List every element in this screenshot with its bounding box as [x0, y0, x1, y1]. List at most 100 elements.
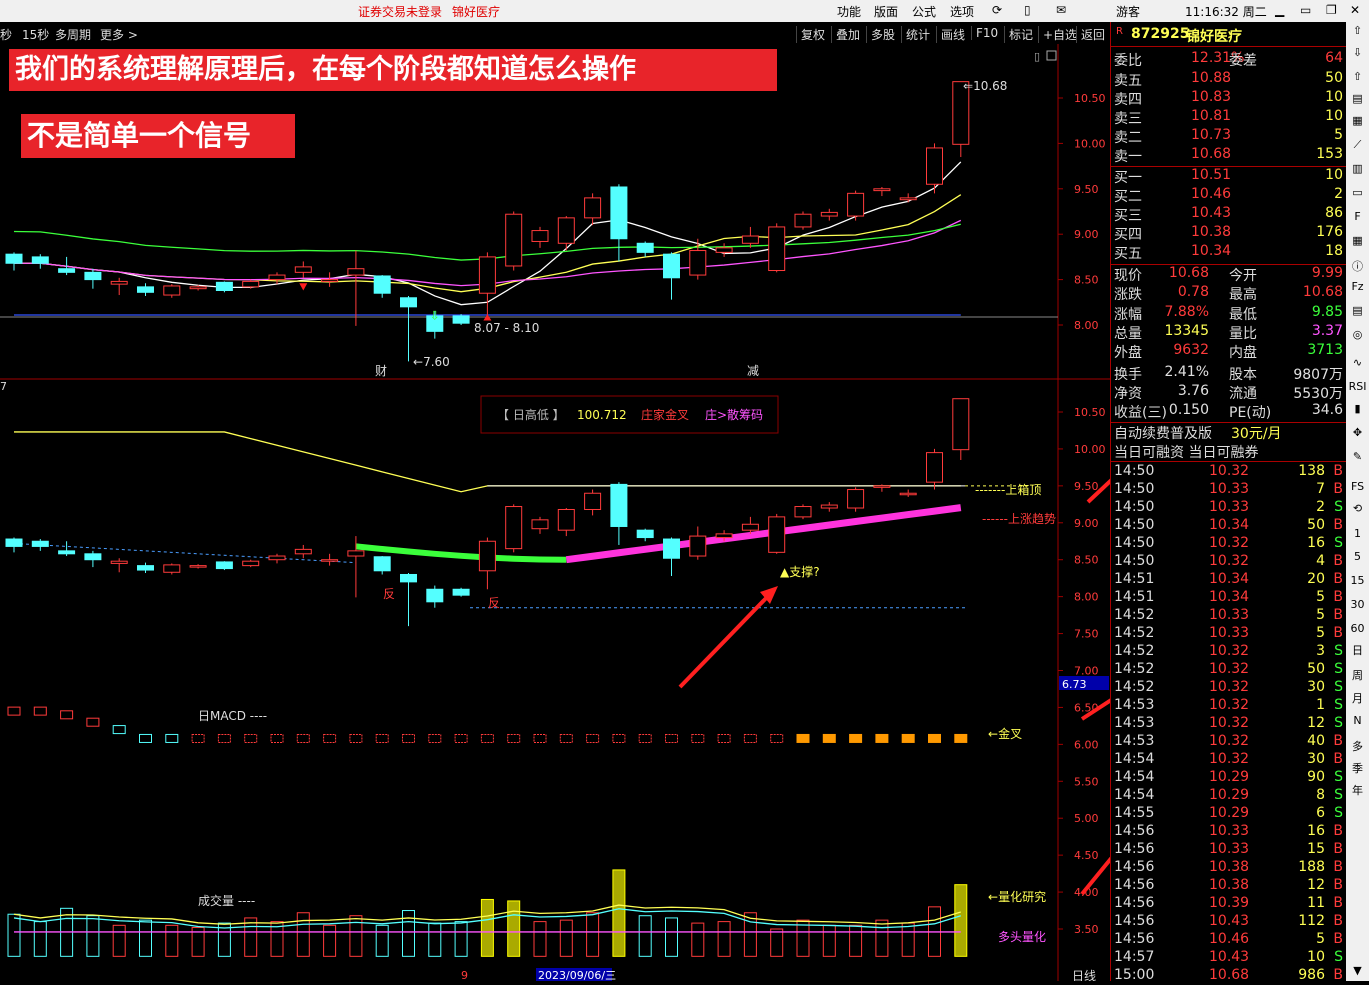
btn-stats[interactable]: 统计 — [901, 26, 930, 43]
period-tool-1[interactable]: 5 — [1348, 550, 1367, 563]
refresh-icon[interactable]: ⟳ — [992, 3, 1002, 17]
up-arrow2-icon[interactable]: ⇧ — [1348, 70, 1367, 83]
maximize-icon[interactable]: ❐ — [1326, 3, 1337, 17]
bid-row[interactable]: 买一 10.51 10 — [1111, 167, 1347, 186]
ask-row[interactable]: 卖四 10.83 10 — [1111, 89, 1347, 108]
trade-side: S — [1334, 787, 1343, 803]
scroll-down-icon[interactable]: ▼ — [1348, 964, 1367, 977]
bid-row[interactable]: 买五 10.34 18 — [1111, 243, 1347, 262]
wave-icon[interactable]: ∿ — [1348, 356, 1367, 369]
more-menu[interactable]: 更多 > — [100, 26, 138, 43]
period-tool-8[interactable]: N — [1348, 714, 1367, 727]
btn-multi-stock[interactable]: 多股 — [866, 26, 895, 43]
lower-candle — [952, 398, 970, 451]
rsi-icon[interactable]: RSI — [1348, 380, 1367, 393]
pen-icon[interactable]: ✎ — [1348, 450, 1367, 463]
trade-row: 14:56 10.46 5 B — [1111, 931, 1347, 949]
period-tool-4[interactable]: 60 — [1348, 622, 1367, 635]
user-label[interactable]: 游客 — [1116, 3, 1140, 20]
promo-text[interactable]: 自动续费普及版 — [1114, 423, 1212, 443]
trade-price: 10.32 — [1209, 697, 1250, 713]
macd-bar — [822, 733, 836, 743]
panel-menu-icon[interactable]: ▯ — [1034, 50, 1040, 63]
bid-row[interactable]: 买四 10.38 176 — [1111, 224, 1347, 243]
menu-function[interactable]: 功能 — [837, 3, 861, 20]
btn-overlay[interactable]: 叠加 — [831, 26, 860, 43]
period-tool-9[interactable]: 多 — [1348, 738, 1367, 754]
trade-price: 10.32 — [1209, 535, 1250, 551]
trade-volume: 6 — [1316, 805, 1325, 821]
grid-icon[interactable]: ▦ — [1348, 114, 1367, 127]
bid-row[interactable]: 买二 10.46 2 — [1111, 186, 1347, 205]
btn-fuquan[interactable]: 复权 — [796, 26, 825, 43]
main-candle — [321, 279, 339, 282]
login-notice[interactable]: 证券交易未登录 — [358, 3, 442, 20]
ask-row[interactable]: 卖一 10.68 153 — [1111, 146, 1347, 165]
trade-time: 14:56 — [1114, 877, 1155, 893]
mail-icon[interactable]: ✉ — [1056, 3, 1066, 17]
trade-volume: 8 — [1316, 787, 1325, 803]
period-tool-7[interactable]: 月 — [1348, 690, 1367, 706]
fz-icon[interactable]: Fz — [1348, 280, 1367, 293]
period-tool-10[interactable]: 季 — [1348, 760, 1367, 776]
trade-volume: 4 — [1316, 553, 1325, 569]
fund-icon[interactable]: F — [1348, 210, 1367, 223]
kline-chart[interactable]: 10.50 10.00 9.50 9.00 8.50 8.00 10.50 10.00 9.50… — [0, 44, 1110, 981]
refresh-green-icon[interactable]: ⟲ — [1348, 502, 1367, 515]
promo-price[interactable]: 30元/月 — [1231, 423, 1282, 443]
multi-period[interactable]: 多周期 — [55, 26, 91, 43]
move-icon[interactable]: ✥ — [1348, 426, 1367, 439]
doc-icon[interactable]: ▭ — [1348, 186, 1367, 199]
bid-row[interactable]: 买三 10.43 86 — [1111, 205, 1347, 224]
volume-label: 成交量 ---- — [198, 893, 255, 908]
y-tick: 10.50 — [1074, 406, 1106, 419]
ask-row[interactable]: 卖五 10.88 50 — [1111, 70, 1347, 89]
main-candle — [215, 281, 233, 291]
btn-mark[interactable]: 标记 — [1004, 26, 1033, 43]
circle-icon[interactable]: ◎ — [1348, 328, 1367, 341]
candle-icon[interactable]: ▥ — [1348, 162, 1367, 175]
event-jian[interactable]: 减 — [747, 364, 759, 378]
ask-price: 10.73 — [1191, 127, 1232, 143]
down-arrow-icon[interactable]: ⇩ — [1348, 46, 1367, 59]
stat-value: 7.88% — [1164, 303, 1209, 320]
btn-f10[interactable]: F10 — [971, 26, 998, 40]
lower-candle — [163, 564, 181, 573]
period-tool-6[interactable]: 周 — [1348, 667, 1367, 683]
list-icon[interactable]: ▤ — [1348, 92, 1367, 105]
table-icon[interactable]: ▦ — [1348, 234, 1367, 247]
ask-row[interactable]: 卖三 10.81 10 — [1111, 108, 1347, 127]
promo-row[interactable]: 自动续费普及版 30元/月 — [1111, 422, 1347, 442]
btn-add-watch[interactable]: +自选 — [1038, 26, 1077, 43]
minimize-icon[interactable]: ▁ — [1275, 3, 1284, 17]
fs-icon[interactable]: FS — [1348, 480, 1367, 493]
period-label[interactable]: 日线 — [1072, 969, 1096, 981]
menu-formula[interactable]: 公式 — [912, 3, 936, 20]
btn-back[interactable]: 返回 — [1076, 26, 1105, 43]
flag-icon[interactable]: ▮ — [1348, 402, 1367, 415]
menu-layout[interactable]: 版面 — [874, 3, 898, 20]
period-seconds[interactable]: 秒 — [0, 26, 12, 43]
side-toolbar: ⇧ ⇩ ⇧ ▤ ▦ ⟋ ▥ ▭ F ▦ ⓘ Fz ▤ ◎ ∿ RSI ▮ ✥ ✎… — [1346, 22, 1369, 981]
lower-candle — [899, 492, 917, 496]
period-tool-11[interactable]: 年 — [1348, 782, 1367, 798]
close-icon[interactable]: ✕ — [1350, 3, 1360, 17]
doc2-icon[interactable]: ▤ — [1348, 304, 1367, 317]
period-15s[interactable]: 15秒 — [22, 26, 49, 43]
period-tool-0[interactable]: 1 — [1348, 527, 1367, 540]
lower-candle — [373, 556, 391, 572]
line-chart-icon[interactable]: ⟋ — [1348, 138, 1367, 152]
period-tool-5[interactable]: 日 — [1348, 642, 1367, 658]
ask-row[interactable]: 卖二 10.73 5 — [1111, 127, 1347, 146]
info-icon[interactable]: ⓘ — [1348, 258, 1367, 274]
period-tool-3[interactable]: 30 — [1348, 598, 1367, 611]
restore-icon[interactable]: ▭ — [1300, 3, 1311, 17]
device-icon[interactable]: ▯ — [1024, 3, 1031, 17]
trade-volume: 5 — [1316, 931, 1325, 947]
up-arrow-icon[interactable]: ⇧ — [1348, 24, 1367, 37]
btn-draw[interactable]: 画线 — [936, 26, 965, 43]
period-tool-2[interactable]: 15 — [1348, 574, 1367, 587]
lower-candle — [689, 535, 707, 557]
menu-options[interactable]: 选项 — [950, 3, 974, 20]
event-cai[interactable]: 财 — [375, 364, 387, 378]
